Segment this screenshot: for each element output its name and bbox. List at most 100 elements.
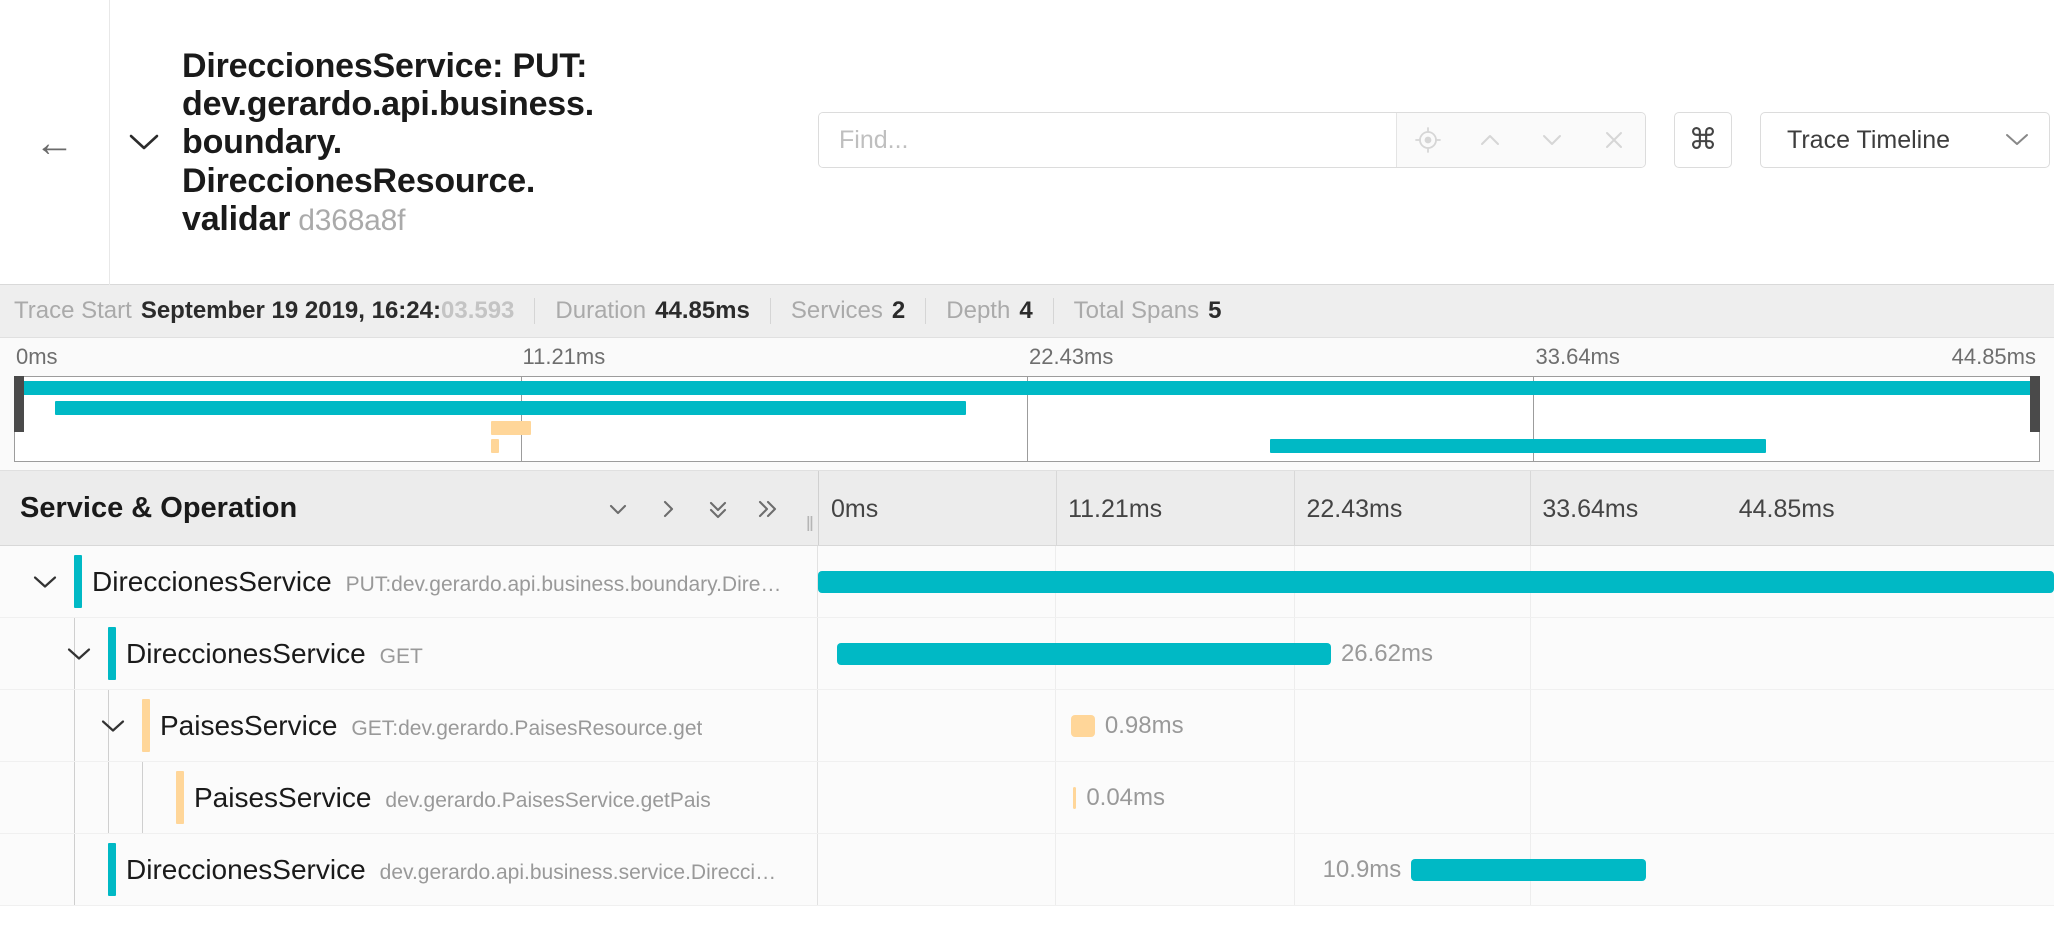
timeline-gridline [1530, 762, 1531, 833]
next-match-icon[interactable] [1521, 113, 1583, 167]
tree-control-group [604, 471, 782, 546]
timeline-gridline [1294, 690, 1295, 761]
expand-all-icon[interactable] [754, 495, 782, 523]
collapse-all-icon[interactable] [704, 495, 732, 523]
chevron-down-icon[interactable] [32, 569, 58, 594]
arrow-left-icon[interactable]: ← [35, 123, 75, 163]
span-row[interactable]: DireccionesService GET 26.62ms [0, 618, 2054, 690]
title-line-5: validar [182, 200, 290, 238]
view-mode-select[interactable]: Trace Timeline [1760, 112, 2050, 168]
span-service-name: DireccionesService [126, 854, 366, 886]
meta-item: Total Spans5 [1074, 297, 1222, 325]
search-input[interactable] [819, 113, 1396, 167]
timeline-column-header: 0ms11.21ms22.43ms33.64ms44.85ms [818, 471, 2054, 545]
span-duration-bar[interactable] [818, 571, 2054, 593]
span-row-label-cell[interactable]: DireccionesService GET [0, 618, 818, 689]
timeline-gridline [1294, 762, 1295, 833]
span-color-marker [74, 555, 82, 608]
timeline-gridline [1294, 834, 1295, 905]
span-color-marker [108, 843, 116, 896]
meta-label: Duration [555, 297, 646, 325]
clear-search-icon[interactable] [1583, 113, 1645, 167]
timeline-tick-label: 11.21ms [1068, 495, 1162, 524]
span-duration-bar[interactable] [1411, 859, 1646, 881]
span-row-label-cell[interactable]: PaisesServiceGET:dev.gerardo.PaisesResou… [0, 690, 818, 761]
span-label-group: DireccionesService GET [126, 638, 433, 670]
span-row-timeline-cell[interactable]: 10.9ms [818, 834, 2054, 905]
timeline-tick-label: 33.64ms [1542, 495, 1638, 524]
span-row-label-cell[interactable]: DireccionesServicedev.gerardo.api.busine… [0, 834, 818, 905]
meta-value: September 19 2019, 16:24: [141, 297, 441, 325]
meta-separator [1053, 298, 1054, 324]
minimap-bar-root [21, 381, 2039, 395]
span-label-group: PaisesServiceGET:dev.gerardo.PaisesResou… [160, 710, 712, 742]
span-color-marker [176, 771, 184, 824]
list-bottom-filler [0, 906, 2054, 928]
span-row[interactable]: PaisesServiceGET:dev.gerardo.PaisesResou… [0, 690, 2054, 762]
meta-label: Depth [946, 297, 1010, 325]
span-operation-name: GET [380, 645, 423, 669]
span-row-timeline-cell[interactable]: 0.04ms [818, 762, 2054, 833]
span-duration-label: 0.98ms [1105, 712, 1184, 740]
span-row-label-cell[interactable]: PaisesService dev.gerardo.PaisesService.g… [0, 762, 818, 833]
span-service-name: DireccionesService [126, 638, 366, 670]
trace-header: ← DireccionesService: PUT: dev.gerardo.a… [0, 0, 2054, 285]
span-operation-name: PUT:dev.gerardo.api.business.boundary.Di… [346, 573, 782, 597]
timeline-tick-label: 44.85ms [1739, 495, 1835, 524]
trace-minimap[interactable]: 0ms11.21ms22.43ms33.64ms44.85ms [0, 338, 2054, 471]
timeline-tick-label: 0ms [831, 495, 878, 524]
minimap-bar-child-1 [55, 401, 966, 415]
service-operation-column-header: Service & Operation ‖ [0, 471, 818, 545]
span-label-group: DireccionesServicedev.gerardo.api.busine… [126, 854, 786, 886]
meta-separator [534, 298, 535, 324]
tree-guide-line [108, 762, 109, 833]
focus-match-icon[interactable] [1397, 113, 1459, 167]
title-line-2: dev.gerardo.api.business. [182, 85, 594, 123]
minimap-viewport[interactable] [14, 376, 2040, 462]
minimap-drag-handle-right[interactable] [2030, 376, 2040, 432]
meta-item: Services2 [791, 297, 905, 325]
minimap-tick-row: 0ms11.21ms22.43ms33.64ms44.85ms [0, 338, 2054, 376]
trace-title-block: DireccionesService: PUT: dev.gerardo.api… [110, 0, 780, 285]
span-row[interactable]: DireccionesService PUT:dev.gerardo.api.bu… [0, 546, 2054, 618]
minimap-tick-label: 0ms [16, 344, 58, 370]
title-line-3: boundary. [182, 123, 342, 161]
keyboard-shortcuts-button[interactable]: ⌘ [1674, 112, 1732, 168]
timeline-gridline [1530, 690, 1531, 761]
minimap-drag-handle-left[interactable] [14, 376, 24, 432]
timeline-gridline [1055, 690, 1056, 761]
span-color-marker [108, 627, 116, 680]
span-service-name: DireccionesService [92, 566, 332, 598]
column-resize-handle[interactable]: ‖ [806, 515, 812, 535]
prev-match-icon[interactable] [1459, 113, 1521, 167]
span-duration-bar[interactable] [1071, 715, 1094, 737]
meta-separator [770, 298, 771, 324]
span-row-label-cell[interactable]: DireccionesService PUT:dev.gerardo.api.bu… [0, 546, 818, 617]
minimap-tick-label: 33.64ms [1536, 344, 1620, 370]
span-duration-bar[interactable] [1073, 787, 1077, 809]
meta-label: Total Spans [1074, 297, 1199, 325]
span-service-name: PaisesService [194, 782, 371, 814]
chevron-down-icon[interactable] [66, 641, 92, 666]
timeline-gridline [1056, 471, 1057, 545]
span-service-name: PaisesService [160, 710, 337, 742]
tree-guide-line [142, 762, 143, 833]
minimap-tick-label: 44.85ms [1952, 344, 2036, 370]
expand-one-icon[interactable] [654, 495, 682, 523]
back-button-cell[interactable]: ← [0, 0, 110, 285]
span-operation-name: dev.gerardo.PaisesService.getPais [385, 789, 710, 813]
chevron-down-icon[interactable] [128, 128, 160, 158]
meta-value: 4 [1019, 297, 1032, 325]
span-row-timeline-cell[interactable] [818, 546, 2054, 617]
minimap-tick-label: 22.43ms [1029, 344, 1113, 370]
spans-table-header: Service & Operation ‖ 0ms11.21ms22.43ms3… [0, 471, 2054, 546]
span-row-timeline-cell[interactable]: 0.98ms [818, 690, 2054, 761]
span-row-timeline-cell[interactable]: 26.62ms [818, 618, 2054, 689]
chevron-down-icon[interactable] [100, 713, 126, 738]
span-row[interactable]: PaisesService dev.gerardo.PaisesService.g… [0, 762, 2054, 834]
span-row[interactable]: DireccionesServicedev.gerardo.api.busine… [0, 834, 2054, 906]
collapse-one-icon[interactable] [604, 495, 632, 523]
span-duration-bar[interactable] [837, 643, 1331, 665]
timeline-gridline [1055, 834, 1056, 905]
page-title: DireccionesService: PUT: dev.gerardo.api… [182, 47, 594, 237]
